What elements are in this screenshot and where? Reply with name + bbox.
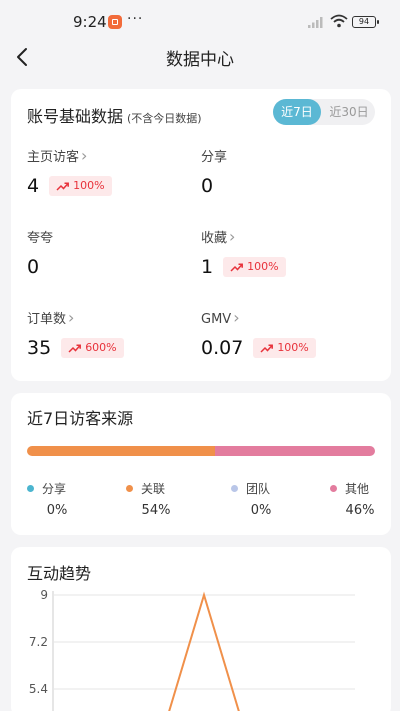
metric-value: 0 [201, 175, 214, 197]
legend-dot-icon [126, 485, 133, 492]
source-legend-label: 分享 [42, 482, 67, 496]
metric-item[interactable]: 订单数 › 35 600% [27, 308, 187, 359]
wifi-icon [330, 14, 348, 28]
metric-label-text: 订单数 [27, 312, 67, 327]
visitor-source-bar [27, 446, 375, 456]
toggle-7-days[interactable]: 近7日 [273, 99, 321, 125]
growth-badge: 100% [49, 176, 112, 196]
chevron-left-icon [17, 48, 27, 66]
metric-label: 主页访客 › [27, 146, 187, 165]
metric-item: 夸夸 0 [27, 227, 187, 278]
growth-badge-text: 100% [73, 179, 105, 192]
trend-up-icon [230, 262, 244, 272]
metric-label: 夸夸 [27, 227, 187, 246]
metric-value-row: 35 600% [27, 337, 187, 359]
metric-value-row: 0.07 100% [201, 337, 361, 359]
source-legend-label-row: 关联 [126, 480, 186, 497]
metric-label: 收藏 › [201, 227, 361, 246]
metric-value: 0 [27, 256, 40, 278]
trend-up-icon [56, 181, 70, 191]
metric-label-text: 收藏 [201, 231, 228, 246]
source-legend-item: 分享 0% [27, 480, 87, 518]
signal-icon [308, 17, 323, 28]
metric-label-text: 分享 [201, 150, 228, 165]
metric-item[interactable]: 收藏 › 1 100% [201, 227, 361, 278]
source-legend-percent: 46% [345, 503, 375, 518]
visitor-source-title: 近7日访客来源 [27, 409, 134, 428]
nav-bar: 数据中心 [0, 40, 400, 74]
metric-value: 1 [201, 256, 214, 278]
metric-item: 分享 0 [201, 146, 361, 197]
legend-dot-icon [231, 485, 238, 492]
y-tick-label: 5.4 [29, 682, 48, 696]
visitor-source-card: 近7日访客来源 分享 0% 关联 54% 团队 0% 其他 46% [11, 393, 391, 535]
metric-label: 订单数 › [27, 308, 187, 327]
source-legend-item: 其他 46% [330, 480, 390, 518]
source-bar-segment [214, 446, 375, 456]
account-data-card: 账号基础数据 (不含今日数据) 近7日 近30日 主页访客 › 4 100% 分享 0 夸夸 0… [11, 89, 391, 381]
growth-badge: 100% [223, 257, 286, 277]
trend-up-icon [68, 343, 82, 353]
metric-value-row: 0 [201, 175, 361, 197]
source-legend-label: 其他 [345, 482, 370, 496]
source-legend-item: 关联 54% [126, 480, 186, 518]
source-legend-label-row: 分享 [27, 480, 87, 497]
growth-badge-text: 100% [277, 341, 309, 354]
status-bar: 9:24 ··· 94 [0, 0, 400, 40]
metric-label-text: GMV [201, 312, 232, 327]
metric-value: 4 [27, 175, 40, 197]
chevron-right-icon: › [233, 308, 240, 327]
toggle-30-days[interactable]: 近30日 [325, 99, 373, 125]
source-legend-percent: 54% [141, 503, 171, 518]
source-legend-item: 团队 0% [231, 480, 291, 518]
battery-icon: 94 [352, 16, 379, 28]
y-tick-label: 7.2 [29, 635, 48, 649]
app-notification-icon [108, 15, 122, 29]
metric-label-text: 主页访客 [27, 150, 80, 165]
chevron-right-icon: › [81, 146, 88, 165]
source-legend-percent: 0% [46, 503, 68, 518]
trend-up-icon [260, 343, 274, 353]
growth-badge: 600% [61, 338, 124, 358]
source-legend-label: 团队 [246, 482, 271, 496]
metric-value: 0.07 [201, 337, 244, 359]
metric-label: 分享 [201, 146, 361, 165]
more-notifications-icon: ··· [127, 11, 144, 27]
source-bar-segment [27, 446, 215, 456]
account-data-subtitle: (不含今日数据) [127, 112, 202, 125]
account-data-title: 账号基础数据 (不含今日数据) [27, 103, 202, 127]
legend-dot-icon [27, 485, 34, 492]
page-title: 数据中心 [166, 50, 234, 70]
growth-badge-text: 600% [85, 341, 117, 354]
legend-dot-icon [330, 485, 337, 492]
interaction-trend-title: 互动趋势 [27, 564, 92, 583]
metric-label-text: 夸夸 [27, 231, 54, 246]
period-toggle: 近7日 近30日 [273, 99, 375, 125]
growth-badge-text: 100% [247, 260, 279, 273]
metric-label: GMV › [201, 308, 361, 327]
status-time: 9:24 [73, 13, 107, 31]
trend-series-line [168, 591, 240, 711]
source-legend-percent: 0% [250, 503, 272, 518]
metric-value-row: 0 [27, 256, 187, 278]
back-button[interactable] [12, 43, 36, 71]
metric-item[interactable]: GMV › 0.07 100% [201, 308, 361, 359]
interaction-trend-chart: 9 7.2 5.4 [29, 588, 355, 711]
growth-badge: 100% [253, 338, 316, 358]
metric-value: 35 [27, 337, 52, 359]
metric-value-row: 4 100% [27, 175, 187, 197]
source-legend-label-row: 团队 [231, 480, 291, 497]
y-tick-label: 9 [40, 588, 48, 602]
chevron-right-icon: › [229, 227, 236, 246]
source-legend-label-row: 其他 [330, 480, 390, 497]
metric-item[interactable]: 主页访客 › 4 100% [27, 146, 187, 197]
interaction-trend-card: 互动趋势 9 7.2 5.4 [11, 547, 391, 711]
account-data-heading: 账号基础数据 [27, 107, 124, 126]
chevron-right-icon: › [68, 308, 75, 327]
metric-value-row: 1 100% [201, 256, 361, 278]
source-legend-label: 关联 [141, 482, 166, 496]
